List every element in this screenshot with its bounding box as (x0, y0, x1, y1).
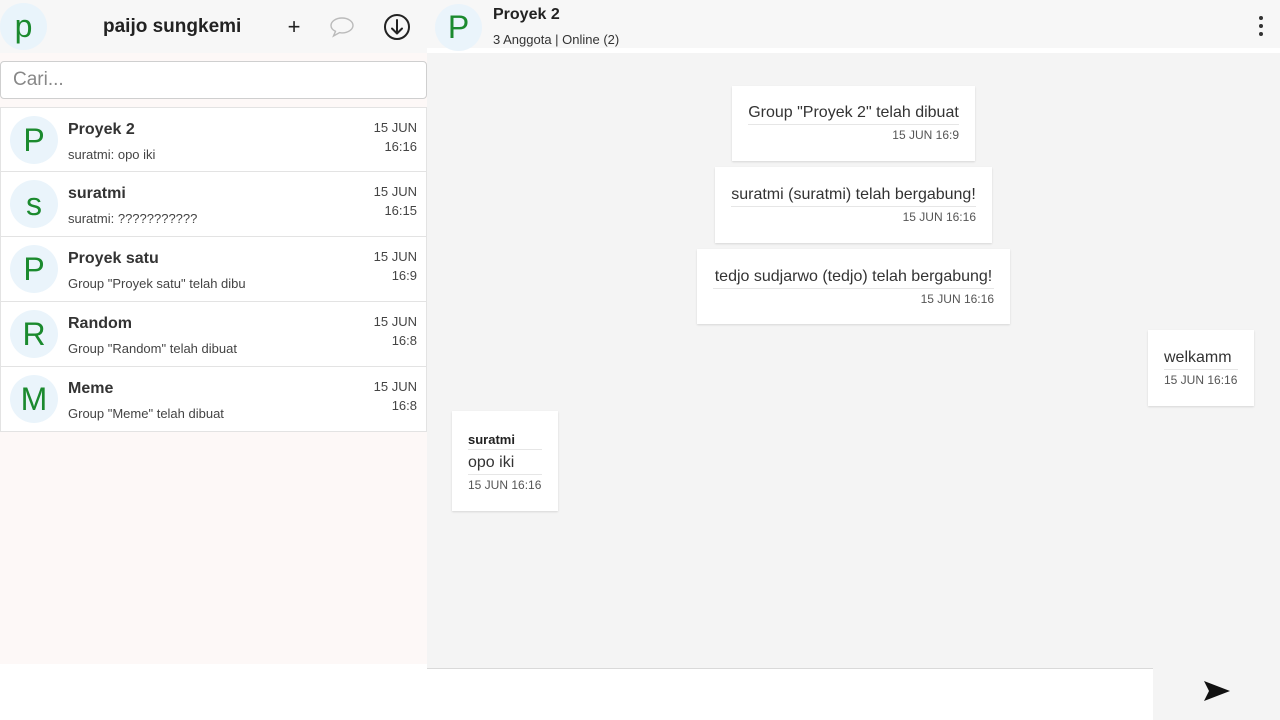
chat-name: Proyek 2 (68, 121, 135, 138)
user-name: paijo sungkemi (103, 16, 242, 37)
message-time: 15 JUN 16:16 (902, 210, 976, 224)
outgoing-message: welkamm 15 JUN 16:16 (1148, 330, 1254, 406)
system-message: Group "Proyek 2" telah dibuat 15 JUN 16:… (732, 86, 975, 161)
chat-avatar: M (10, 375, 58, 423)
message-text: welkamm (1164, 349, 1238, 370)
message-sender: suratmi (468, 432, 542, 450)
plus-icon: + (287, 14, 301, 39)
chat-bubble-icon (330, 17, 354, 38)
send-button[interactable] (1153, 662, 1280, 720)
chat-name: Random (68, 315, 132, 332)
chat-date: 15 JUN (373, 120, 417, 135)
chat-avatar: s (10, 180, 58, 228)
chat-time: 16:8 (391, 398, 417, 413)
conversation-panel: P Proyek 2 3 Anggota | Online (2) Group … (427, 0, 1280, 668)
message-composer (427, 668, 1153, 720)
message-time: 15 JUN 16:9 (892, 128, 959, 142)
download-button[interactable] (382, 12, 412, 42)
chat-name: suratmi (68, 185, 126, 202)
chat-date: 15 JUN (373, 249, 417, 264)
chat-time: 16:8 (391, 333, 417, 348)
message-text: suratmi (suratmi) telah bergabung! (731, 186, 976, 207)
chat-last-message: suratmi: opo iki (68, 147, 156, 162)
message-input[interactable] (427, 669, 1153, 720)
message-time: 15 JUN 16:16 (1164, 373, 1238, 387)
chat-time: 16:15 (384, 203, 417, 218)
incoming-message: suratmi opo iki 15 JUN 16:16 (452, 411, 558, 511)
chat-avatar: P (10, 245, 58, 293)
user-avatar[interactable]: p (0, 3, 47, 50)
message-time: 15 JUN 16:16 (468, 478, 542, 492)
kebab-dot (1259, 32, 1263, 36)
message-text: opo iki (468, 454, 542, 475)
message-time: 15 JUN 16:16 (920, 292, 994, 306)
kebab-dot (1259, 24, 1263, 28)
system-message: tedjo sudjarwo (tedjo) telah bergabung! … (697, 249, 1010, 324)
chat-list-item[interactable]: M Meme Group "Meme" telah dibuat 15 JUN … (0, 367, 427, 432)
system-message: suratmi (suratmi) telah bergabung! 15 JU… (715, 167, 992, 243)
chat-list-item[interactable]: s suratmi suratmi: ??????????? 15 JUN 16… (0, 172, 427, 237)
new-chat-button[interactable]: + (279, 12, 309, 42)
message-text: tedjo sudjarwo (tedjo) telah bergabung! (713, 268, 994, 289)
more-options-button[interactable] (1256, 16, 1266, 36)
kebab-dot (1259, 16, 1263, 20)
sidebar-header: p paijo sungkemi + (0, 0, 427, 53)
chat-date: 15 JUN (373, 379, 417, 394)
send-icon (1203, 681, 1230, 701)
chat-last-message: Group "Meme" telah dibuat (68, 406, 224, 421)
chat-date: 15 JUN (373, 184, 417, 199)
conversation-subtitle: 3 Anggota | Online (2) (493, 32, 620, 47)
chat-list: P Proyek 2 suratmi: opo iki 15 JUN 16:16… (0, 107, 427, 432)
chat-bubble-button[interactable] (327, 12, 357, 42)
conversation-avatar[interactable]: P (435, 4, 482, 51)
message-text: Group "Proyek 2" telah dibuat (748, 104, 959, 125)
chat-list-item[interactable]: R Random Group "Random" telah dibuat 15 … (0, 302, 427, 367)
chat-last-message: suratmi: ??????????? (68, 211, 198, 226)
chat-time: 16:9 (391, 268, 417, 283)
chat-avatar: R (10, 310, 58, 358)
search-input[interactable] (0, 61, 427, 99)
conversation-header: P Proyek 2 3 Anggota | Online (2) (427, 0, 1280, 53)
conversation-title[interactable]: Proyek 2 (493, 6, 560, 24)
chat-name: Meme (68, 380, 114, 397)
chat-last-message: Group "Random" telah dibuat (68, 341, 237, 356)
chat-date: 15 JUN (373, 314, 417, 329)
chat-time: 16:16 (384, 139, 417, 154)
chat-list-item[interactable]: P Proyek 2 suratmi: opo iki 15 JUN 16:16 (0, 107, 427, 172)
download-icon (384, 14, 410, 40)
chat-name: Proyek satu (68, 250, 159, 267)
sidebar: p paijo sungkemi + P Proyek 2 suratmi: o… (0, 0, 427, 664)
chat-list-item[interactable]: P Proyek satu Group "Proyek satu" telah … (0, 237, 427, 302)
chat-last-message: Group "Proyek satu" telah dibu (68, 276, 246, 291)
chat-avatar: P (10, 116, 58, 164)
